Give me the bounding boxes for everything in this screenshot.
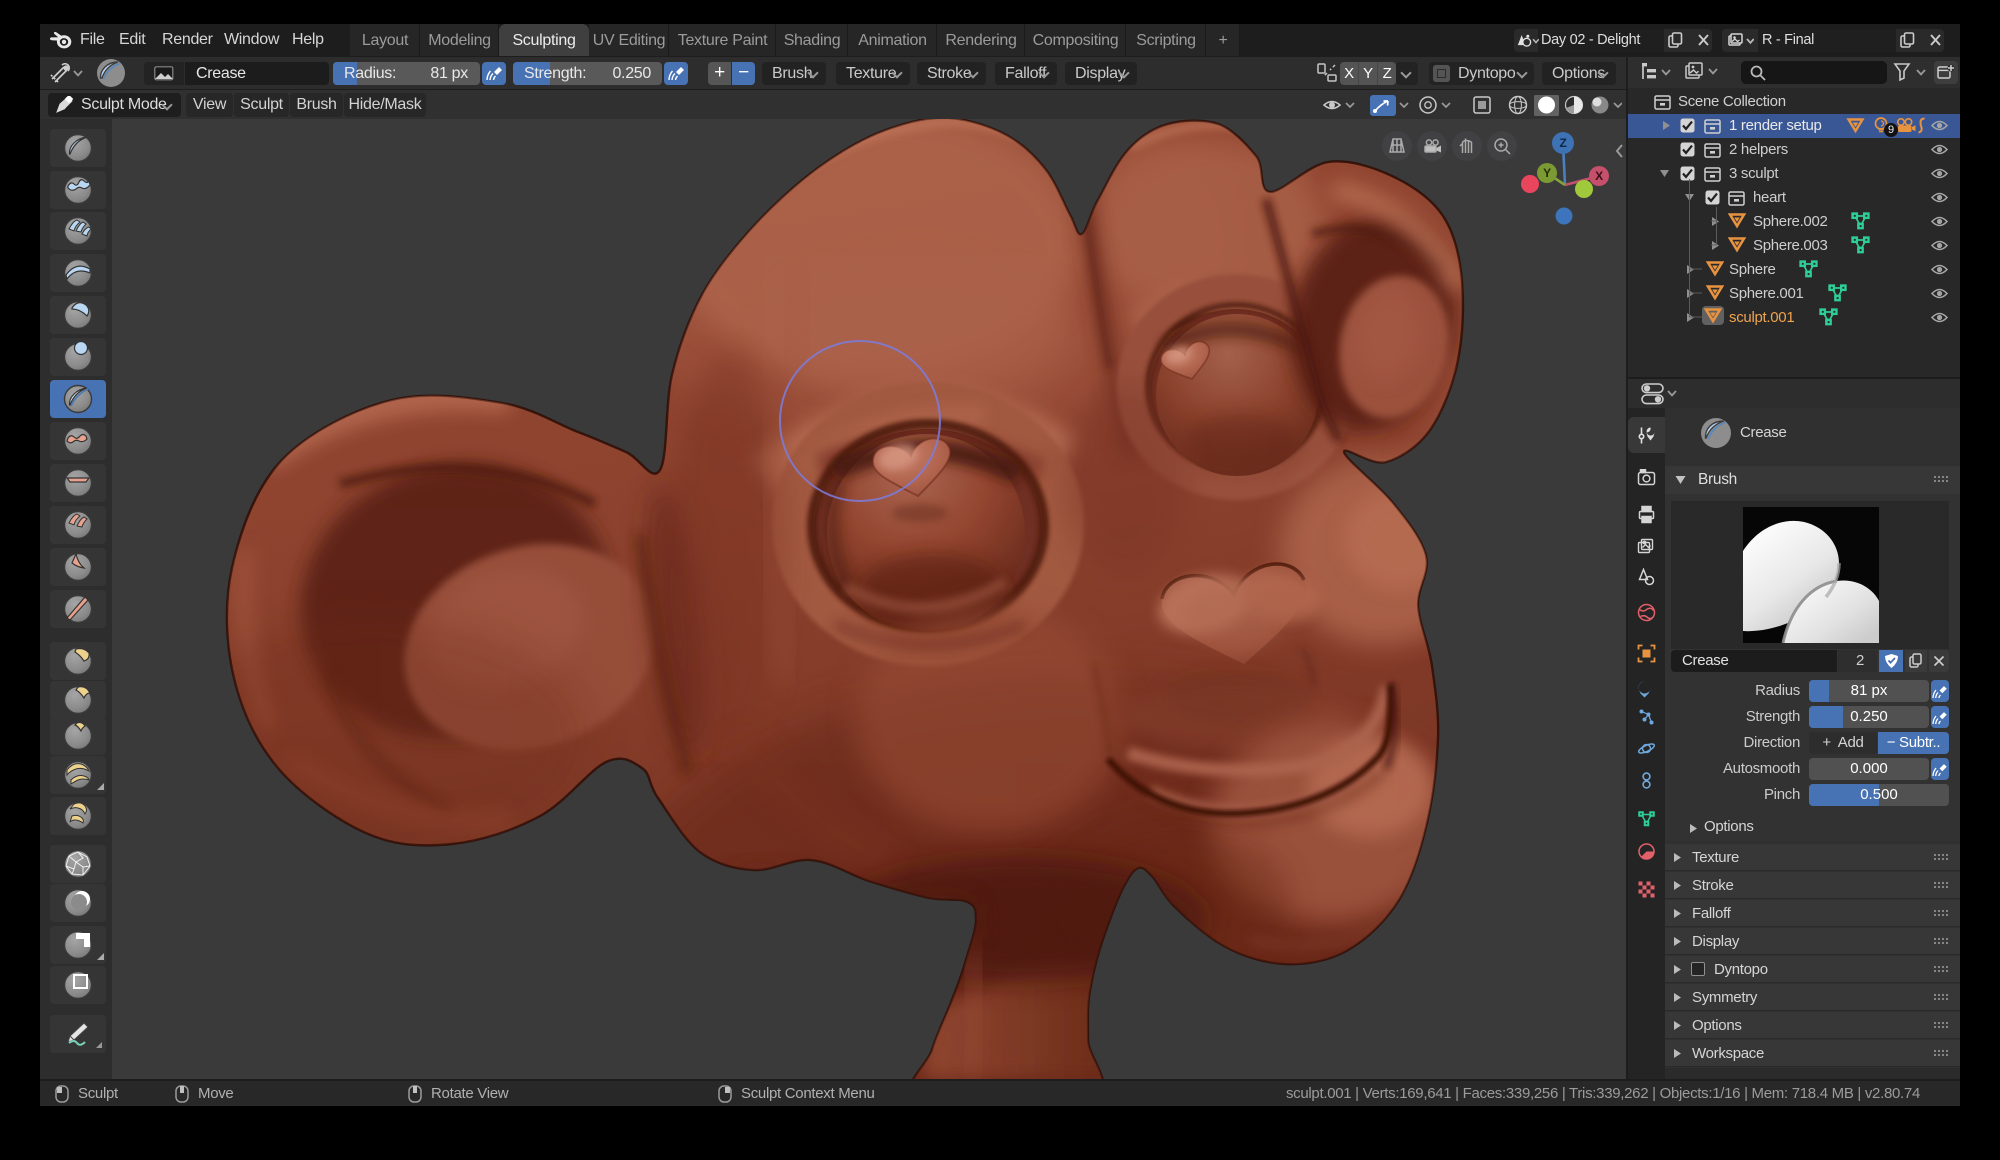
svg-text:Z: Z xyxy=(1559,136,1566,150)
svg-text:X: X xyxy=(1595,169,1603,183)
svg-text:Y: Y xyxy=(1543,166,1551,180)
